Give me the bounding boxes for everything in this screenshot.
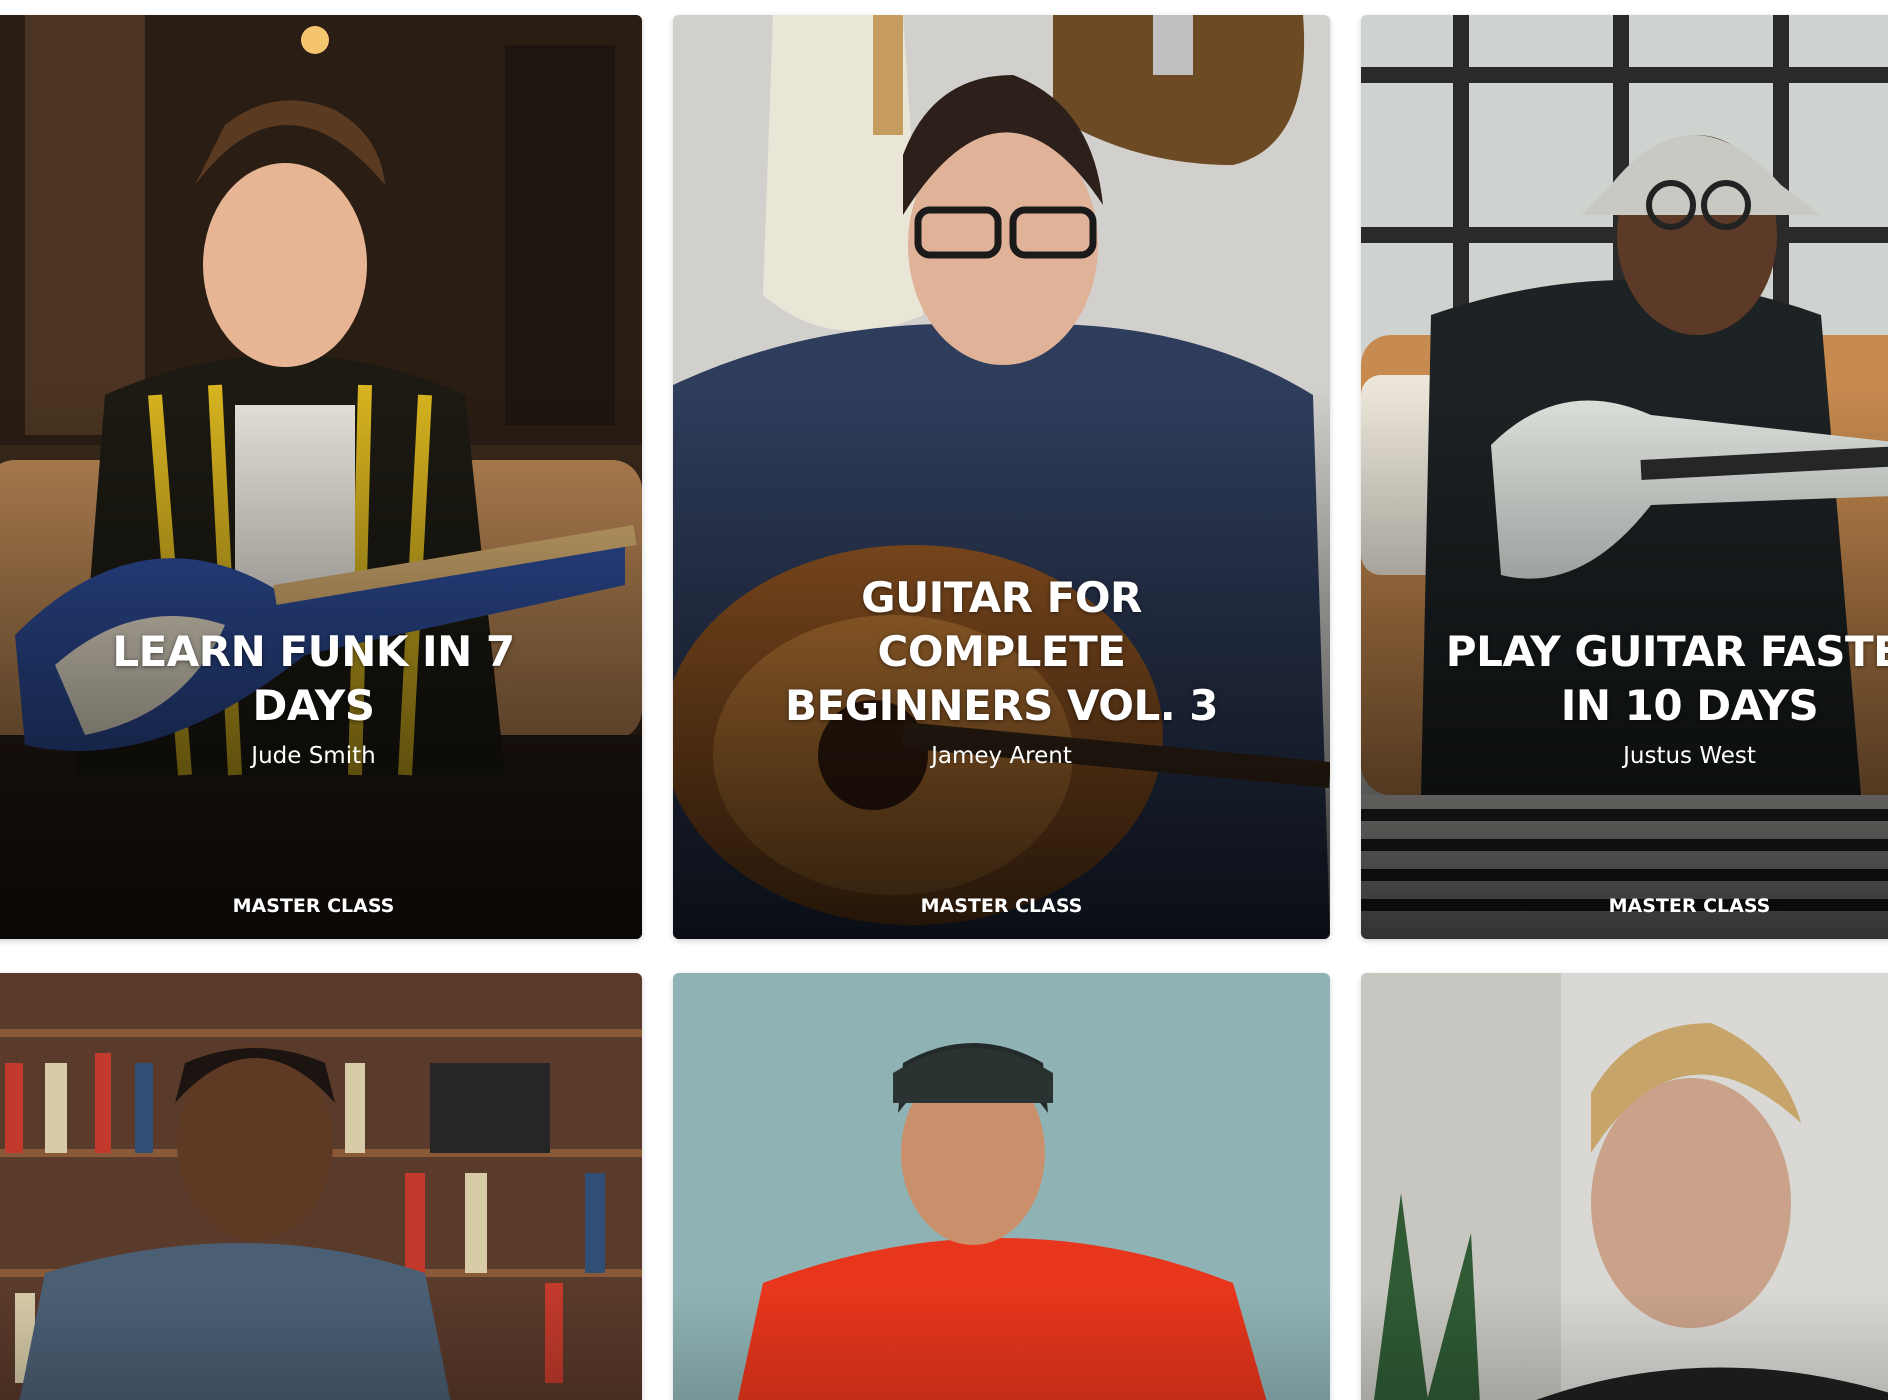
course-card-play-guitar-faster[interactable]: PLAY GUITAR FASTER IN 10 DAYS Justus Wes… (1361, 15, 1888, 939)
course-title: GUITAR FOR COMPLETE BEGINNERS VOL. 3 (784, 573, 1219, 730)
course-card-6[interactable] (1361, 973, 1888, 1400)
card-overlay (1361, 973, 1888, 1400)
course-grid: LEARN FUNK IN 7 DAYS Jude Smith MASTER C… (0, 0, 1888, 1400)
course-author: Jamey Arent (931, 743, 1072, 769)
card-overlay (0, 973, 642, 1400)
course-card-guitar-beginners[interactable]: GUITAR FOR COMPLETE BEGINNERS VOL. 3 Jam… (673, 15, 1330, 939)
course-author: Jude Smith (251, 743, 376, 769)
course-title: LEARN FUNK IN 7 DAYS (112, 627, 515, 730)
course-badge: MASTER CLASS (232, 895, 395, 917)
course-badge: MASTER CLASS (1608, 895, 1771, 917)
card-overlay (673, 973, 1330, 1400)
card-overlay (0, 15, 642, 939)
card-overlay (673, 15, 1330, 939)
course-card-learn-funk[interactable]: LEARN FUNK IN 7 DAYS Jude Smith MASTER C… (0, 15, 642, 939)
card-overlay (1361, 15, 1888, 939)
course-card-5[interactable] (673, 973, 1330, 1400)
course-card-4[interactable] (0, 973, 642, 1400)
course-badge: MASTER CLASS (920, 895, 1083, 917)
course-title: PLAY GUITAR FASTER IN 10 DAYS (1445, 627, 1888, 730)
course-author: Justus West (1623, 743, 1756, 769)
